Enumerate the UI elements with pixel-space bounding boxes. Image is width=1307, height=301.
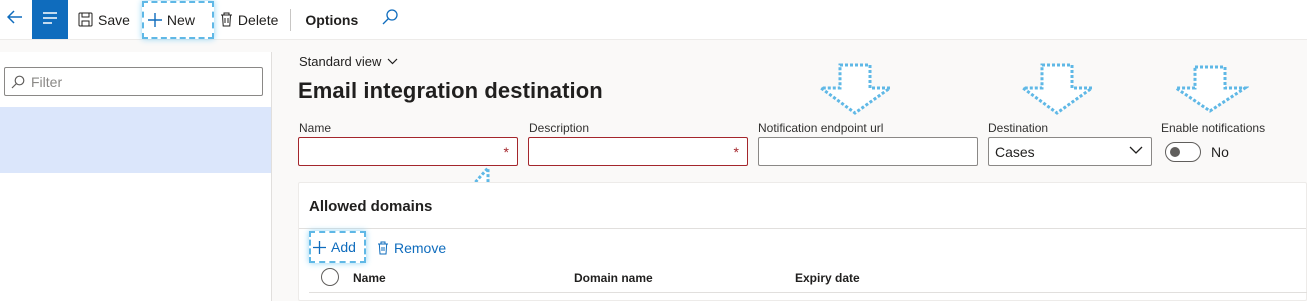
add-label: Add	[331, 239, 356, 255]
new-label: New	[166, 11, 195, 28]
view-label: Standard view	[299, 54, 382, 69]
delete-label: Delete	[237, 11, 279, 28]
new-button[interactable]: New	[141, 0, 214, 39]
list-item-selected[interactable]	[0, 107, 271, 173]
column-header-domain[interactable]: Domain name	[574, 271, 653, 285]
search-icon	[382, 9, 398, 30]
name-field[interactable]: *	[298, 137, 518, 166]
destination-value: Cases	[995, 143, 1035, 160]
endpoint-url-field[interactable]	[758, 137, 978, 166]
menu-icon	[42, 11, 58, 29]
trash-icon	[220, 12, 233, 27]
description-field[interactable]: *	[528, 137, 748, 166]
column-header-expiry[interactable]: Expiry date	[795, 271, 860, 285]
filter-placeholder: Filter	[31, 73, 63, 90]
options-tab[interactable]: Options	[297, 0, 366, 40]
destination-dropdown[interactable]: Cases	[988, 137, 1152, 166]
chevron-down-icon	[1129, 146, 1143, 155]
list-pane: Filter	[0, 52, 272, 301]
navigation-menu-button[interactable]	[32, 0, 68, 39]
required-indicator: *	[733, 144, 739, 160]
filter-search-icon	[11, 75, 25, 89]
section-divider	[299, 228, 1306, 229]
allowed-domains-section: Allowed domains Add Remove Name Domain n…	[298, 182, 1307, 301]
toggle-knob	[1170, 147, 1180, 157]
action-pane: Save New Delete Options	[0, 0, 1307, 40]
required-indicator: *	[503, 144, 509, 160]
save-label: Save	[98, 11, 130, 28]
description-label: Description	[529, 121, 590, 135]
chevron-down-icon	[387, 58, 398, 65]
plus-icon	[313, 240, 326, 254]
notifications-toggle[interactable]	[1165, 142, 1201, 162]
annotation-arrow-down-icon	[1173, 65, 1249, 113]
select-all-radio[interactable]	[321, 268, 339, 286]
name-label: Name	[299, 121, 332, 135]
trash-icon	[377, 241, 389, 255]
page-title: Email integration destination	[298, 78, 603, 103]
notifications-label: Enable notifications	[1161, 121, 1266, 135]
toolbar-divider	[290, 8, 292, 31]
remove-button[interactable]: Remove	[373, 235, 450, 261]
save-button[interactable]: Save	[72, 0, 136, 40]
save-icon	[78, 12, 93, 27]
back-arrow-icon	[6, 10, 23, 29]
view-selector[interactable]: Standard view	[299, 54, 398, 69]
search-button[interactable]	[382, 9, 398, 30]
delete-button[interactable]: Delete	[214, 0, 284, 40]
notifications-value: No	[1211, 144, 1229, 160]
endpoint-label: Notification endpoint url	[758, 121, 884, 135]
back-button[interactable]	[0, 0, 30, 40]
column-header-name[interactable]: Name	[353, 271, 386, 285]
grid-header: Name Domain name Expiry date	[309, 263, 1307, 293]
filter-input[interactable]: Filter	[4, 67, 263, 96]
destination-label: Destination	[988, 121, 1049, 135]
section-title: Allowed domains	[309, 198, 433, 215]
plus-icon	[147, 12, 162, 27]
annotation-arrow-down-icon	[1020, 63, 1096, 115]
remove-label: Remove	[394, 240, 447, 256]
add-button[interactable]: Add	[309, 231, 366, 263]
annotation-arrow-down-icon	[818, 63, 894, 115]
